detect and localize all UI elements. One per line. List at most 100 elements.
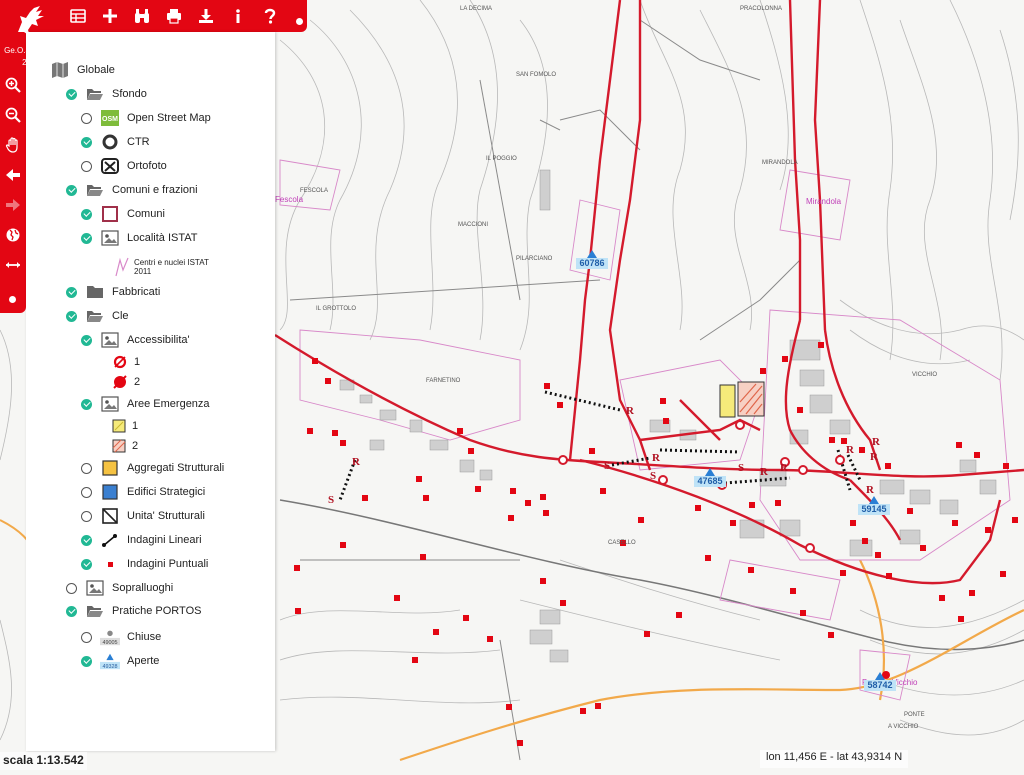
indagine-puntuale-marker[interactable] <box>886 573 892 579</box>
indagine-puntuale-marker[interactable] <box>307 428 313 434</box>
ortofoto-radio[interactable] <box>81 160 92 172</box>
indagine-puntuale-marker[interactable] <box>543 510 549 516</box>
print-icon[interactable] <box>158 0 190 32</box>
layer-unita[interactable]: Unita' Strutturali <box>81 506 205 526</box>
indagine-puntuale-marker[interactable] <box>340 440 346 446</box>
indagine-puntuale-marker[interactable] <box>463 615 469 621</box>
indagine-puntuale-marker[interactable] <box>797 407 803 413</box>
layer-edifici[interactable]: Edifici Strategici <box>81 482 205 502</box>
indagine-puntuale-marker[interactable] <box>312 358 318 364</box>
indagine-puntuale-marker[interactable] <box>760 368 766 374</box>
indagine-puntuale-marker[interactable] <box>589 448 595 454</box>
indagine-puntuale-marker[interactable] <box>510 488 516 494</box>
layer-fabbricati[interactable]: Fabbricati <box>66 282 160 302</box>
indagine-puntuale-marker[interactable] <box>952 520 958 526</box>
aperte-checkbox[interactable] <box>81 655 92 667</box>
indagine-puntuale-marker[interactable] <box>850 520 856 526</box>
accessibilita-checkbox[interactable] <box>81 334 92 346</box>
indagine-puntuale-marker[interactable] <box>829 437 835 443</box>
layer-group-cle[interactable]: Cle <box>66 306 129 326</box>
sopralluoghi-checkbox[interactable] <box>66 582 77 594</box>
layer-comuni[interactable]: Comuni <box>81 204 165 224</box>
indagine-puntuale-marker[interactable] <box>956 442 962 448</box>
portos-marker[interactable]: 60786 <box>576 250 608 269</box>
indagine-puntuale-marker[interactable] <box>487 636 493 642</box>
back-arrow-icon[interactable] <box>0 160 26 190</box>
indagine-puntuale-marker[interactable] <box>859 447 865 453</box>
indagine-puntuale-marker[interactable] <box>457 428 463 434</box>
help-icon[interactable] <box>254 0 286 32</box>
ctr-radio[interactable] <box>81 136 92 148</box>
indagine-puntuale-marker[interactable] <box>540 578 546 584</box>
layer-aperte[interactable]: 49328 Aperte <box>81 649 159 673</box>
aree-checkbox[interactable] <box>81 398 92 410</box>
layer-group-comuni-frazioni[interactable]: Comuni e frazioni <box>66 180 198 200</box>
zoom-out-icon[interactable] <box>0 100 26 130</box>
indagine-puntuale-marker[interactable] <box>1012 517 1018 523</box>
legend-root[interactable]: Globale <box>50 60 115 80</box>
layer-accessibilita[interactable]: Accessibilita' <box>81 330 190 350</box>
globe-icon[interactable] <box>0 220 26 250</box>
indagine-puntuale-marker[interactable] <box>540 494 546 500</box>
indagine-puntuale-marker[interactable] <box>663 418 669 424</box>
indagine-puntuale-marker[interactable] <box>840 570 846 576</box>
layer-ctr[interactable]: CTR <box>81 132 150 152</box>
indagine-puntuale-marker[interactable] <box>468 448 474 454</box>
indagine-puntuale-marker[interactable] <box>695 505 701 511</box>
indagine-puntuale-marker[interactable] <box>340 542 346 548</box>
indagine-puntuale-marker[interactable] <box>517 740 523 746</box>
indagine-puntuale-marker[interactable] <box>939 595 945 601</box>
binoculars-icon[interactable] <box>126 0 158 32</box>
indagine-puntuale-marker[interactable] <box>506 704 512 710</box>
osm-radio[interactable] <box>81 112 92 124</box>
indagine-puntuale-marker[interactable] <box>544 383 550 389</box>
indagine-puntuale-marker[interactable] <box>907 508 913 514</box>
forward-arrow-icon[interactable] <box>0 190 26 220</box>
table-icon[interactable] <box>62 0 94 32</box>
zoom-in-icon[interactable] <box>0 70 26 100</box>
pratiche-checkbox[interactable] <box>66 605 77 617</box>
indagine-puntuale-marker[interactable] <box>525 500 531 506</box>
portos-marker[interactable]: 47685 <box>694 468 726 487</box>
chiuse-checkbox[interactable] <box>81 631 92 643</box>
indagine-puntuale-marker[interactable] <box>508 515 514 521</box>
indagine-puntuale-marker[interactable] <box>433 629 439 635</box>
indagine-puntuale-marker[interactable] <box>862 538 868 544</box>
indagine-puntuale-marker[interactable] <box>790 588 796 594</box>
indagine-puntuale-marker[interactable] <box>730 520 736 526</box>
indagine-puntuale-marker[interactable] <box>1000 571 1006 577</box>
plus-icon[interactable] <box>94 0 126 32</box>
indagine-puntuale-marker[interactable] <box>332 430 338 436</box>
comuni-frazioni-checkbox[interactable] <box>66 184 77 196</box>
indagine-puntuale-marker[interactable] <box>818 342 824 348</box>
indagine-puntuale-marker[interactable] <box>958 616 964 622</box>
layer-osm[interactable]: OSM Open Street Map <box>81 108 211 128</box>
indagine-puntuale-marker[interactable] <box>600 488 606 494</box>
indagine-puntuale-marker[interactable] <box>644 631 650 637</box>
indagine-puntuale-marker[interactable] <box>638 517 644 523</box>
comuni-checkbox[interactable] <box>81 208 92 220</box>
layer-chiuse[interactable]: 49005 Chiuse <box>81 625 161 649</box>
indagine-puntuale-marker[interactable] <box>749 502 755 508</box>
layer-indagini-puntuali[interactable]: Indagini Puntuali <box>81 554 208 574</box>
sfondo-checkbox[interactable] <box>66 88 77 100</box>
indagine-puntuale-marker[interactable] <box>920 545 926 551</box>
layer-ortofoto[interactable]: Ortofoto <box>81 156 167 176</box>
measure-icon[interactable] <box>0 250 26 280</box>
puntuali-checkbox[interactable] <box>81 558 92 570</box>
indagine-puntuale-marker[interactable] <box>775 500 781 506</box>
indagine-puntuale-marker[interactable] <box>420 554 426 560</box>
indagine-puntuale-marker[interactable] <box>416 476 422 482</box>
indagine-puntuale-marker[interactable] <box>705 555 711 561</box>
indagine-puntuale-marker[interactable] <box>394 595 400 601</box>
indagine-puntuale-marker[interactable] <box>325 378 331 384</box>
lineari-checkbox[interactable] <box>81 534 92 546</box>
indagine-puntuale-marker[interactable] <box>560 600 566 606</box>
indagine-puntuale-marker[interactable] <box>580 708 586 714</box>
indagine-puntuale-marker[interactable] <box>557 402 563 408</box>
indagine-puntuale-marker[interactable] <box>885 463 891 469</box>
toolbar-handle[interactable] <box>296 18 303 25</box>
portos-marker[interactable]: 58742 <box>864 672 896 691</box>
download-icon[interactable] <box>190 0 222 32</box>
unita-checkbox[interactable] <box>81 510 92 522</box>
